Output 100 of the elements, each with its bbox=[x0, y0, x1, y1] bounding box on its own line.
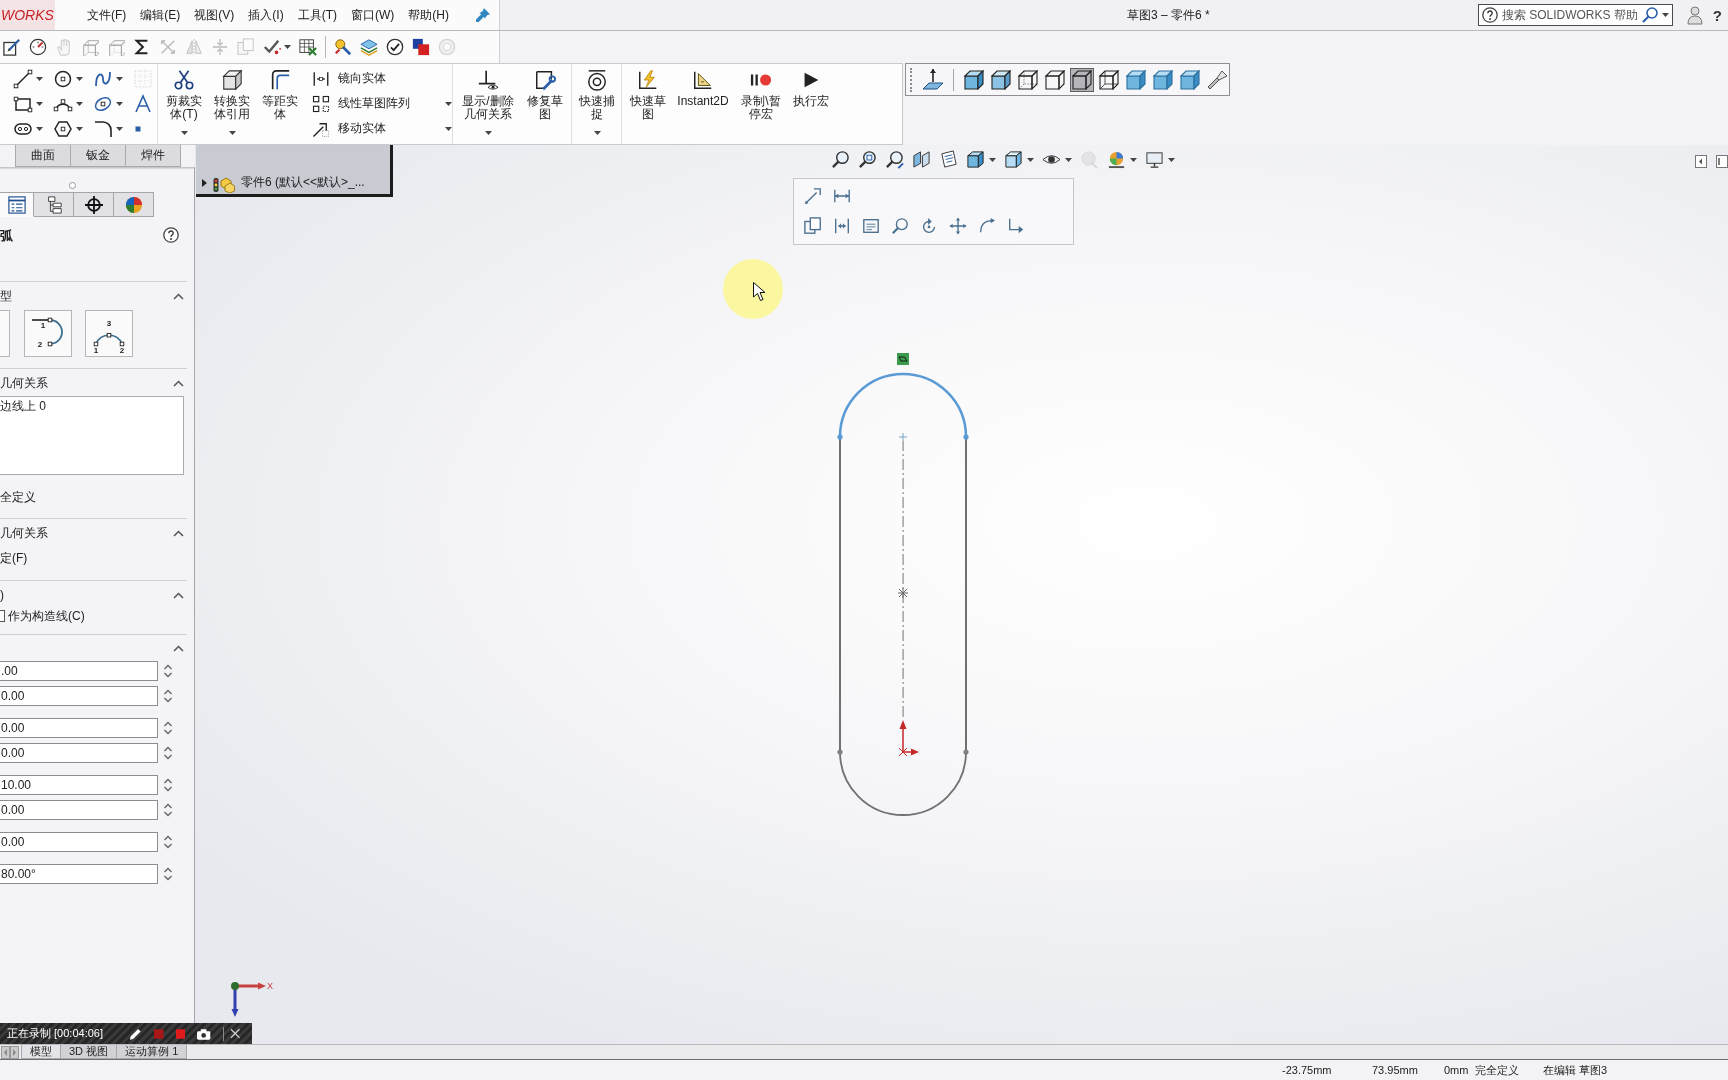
menu-item[interactable]: 视图(V) bbox=[194, 6, 235, 24]
squares-icon[interactable] bbox=[412, 38, 430, 56]
ribbon-button[interactable]: 修复草图 bbox=[523, 64, 567, 144]
annotation-icon[interactable] bbox=[939, 150, 958, 169]
caret-icon[interactable] bbox=[180, 131, 188, 135]
stop-icon[interactable] bbox=[175, 1028, 186, 1039]
text-tool-icon[interactable] bbox=[133, 93, 153, 114]
centerline[interactable] bbox=[902, 441, 904, 719]
polygon-icon[interactable] bbox=[53, 118, 73, 139]
number-field[interactable]: .00 bbox=[0, 661, 158, 681]
ribbon-button[interactable]: 快速草图 bbox=[626, 64, 670, 144]
ribbon-button[interactable]: 等距实体 bbox=[258, 64, 302, 144]
caret-icon[interactable] bbox=[1065, 157, 1072, 162]
menu-item[interactable]: 编辑(E) bbox=[140, 6, 181, 24]
circle-icon[interactable] bbox=[53, 68, 73, 89]
chevron-up-icon[interactable] bbox=[173, 529, 184, 537]
menu-item[interactable]: 帮助(H) bbox=[408, 6, 449, 24]
checkbox[interactable] bbox=[0, 610, 5, 622]
copy-icon[interactable] bbox=[804, 217, 822, 235]
table-icon[interactable] bbox=[299, 38, 317, 56]
ribbon-button[interactable]: 移动实体 bbox=[312, 116, 452, 141]
caret-icon[interactable] bbox=[116, 101, 123, 106]
spinner-icon[interactable] bbox=[163, 688, 173, 704]
caret-icon[interactable] bbox=[1661, 13, 1669, 17]
document-tab[interactable]: 3D 视图 bbox=[60, 1045, 118, 1059]
caret-icon[interactable] bbox=[36, 101, 43, 106]
normal-to-icon[interactable] bbox=[921, 67, 945, 92]
ribbon-button[interactable]: 镜向实体 bbox=[312, 66, 452, 91]
wireframe-cube-icon[interactable] bbox=[1043, 67, 1067, 92]
number-field[interactable]: 0.00 bbox=[0, 832, 158, 852]
view-cube-icon[interactable] bbox=[966, 150, 985, 169]
search-icon[interactable] bbox=[1641, 7, 1658, 23]
hidden-lines-cube-icon[interactable] bbox=[1016, 67, 1040, 92]
caret-icon[interactable] bbox=[228, 131, 236, 135]
relations-list[interactable]: 边线上 0 bbox=[0, 396, 184, 475]
sketch-point[interactable] bbox=[963, 434, 969, 440]
ribbon-button[interactable]: 线性草图阵列 bbox=[312, 91, 452, 116]
curved-arrow-icon[interactable] bbox=[978, 217, 996, 235]
undo-arrow-icon[interactable] bbox=[1007, 217, 1025, 235]
close-icon[interactable] bbox=[229, 1028, 240, 1039]
spinner-icon[interactable] bbox=[163, 745, 173, 761]
caret-icon[interactable] bbox=[1168, 157, 1175, 162]
chevron-up-icon[interactable] bbox=[173, 591, 184, 599]
scene-icon[interactable] bbox=[1107, 150, 1126, 169]
number-field[interactable]: 0.00 bbox=[0, 718, 158, 738]
caret-icon[interactable] bbox=[116, 126, 123, 131]
caret-icon[interactable] bbox=[1027, 157, 1034, 162]
document-tab[interactable]: 模型 bbox=[21, 1045, 61, 1059]
sketch-point[interactable] bbox=[963, 749, 969, 755]
document-tab[interactable]: 运动算例 1 bbox=[116, 1045, 188, 1059]
sketch-point[interactable] bbox=[837, 749, 843, 755]
move-icon[interactable] bbox=[949, 217, 967, 235]
arc-type-button[interactable]: 1 2 bbox=[24, 310, 72, 357]
chevron-up-icon[interactable] bbox=[173, 644, 184, 652]
spinner-icon[interactable] bbox=[163, 777, 173, 793]
help-icon[interactable] bbox=[163, 227, 179, 243]
caret-icon[interactable] bbox=[36, 76, 43, 81]
camera-icon[interactable] bbox=[197, 1027, 211, 1040]
sketch-icon[interactable] bbox=[3, 38, 21, 56]
number-field[interactable]: 0.00 bbox=[0, 743, 158, 763]
pin-icon[interactable] bbox=[476, 8, 490, 22]
caret-icon[interactable] bbox=[76, 101, 83, 106]
display-style-icon[interactable] bbox=[1004, 150, 1023, 169]
layers-icon[interactable] bbox=[360, 38, 378, 56]
spinner-icon[interactable] bbox=[163, 802, 173, 818]
magnifier-icon[interactable] bbox=[858, 150, 877, 169]
flip-icon[interactable] bbox=[833, 217, 851, 235]
number-field[interactable]: 10.00 bbox=[0, 775, 158, 795]
command-tab[interactable]: 曲面 bbox=[15, 145, 71, 167]
gauge-icon[interactable] bbox=[29, 38, 47, 56]
spinner-icon[interactable] bbox=[163, 866, 173, 882]
number-field[interactable]: 80.00° bbox=[0, 864, 158, 884]
magnifier-icon[interactable] bbox=[891, 217, 909, 235]
help-icon[interactable] bbox=[1481, 7, 1498, 23]
collapse-handle-icon[interactable] bbox=[69, 182, 76, 189]
caret-icon[interactable] bbox=[76, 126, 83, 131]
rotate-icon[interactable] bbox=[920, 217, 938, 235]
help-button[interactable]: ? bbox=[1712, 6, 1722, 24]
relation-button[interactable]: 定(F) bbox=[0, 549, 28, 567]
previous-view-icon[interactable] bbox=[885, 150, 904, 169]
checkbox-label[interactable]: 作为构造线(C) bbox=[8, 607, 85, 625]
arc-type-button[interactable]: 3 1 2 bbox=[85, 310, 133, 357]
caret-icon[interactable] bbox=[36, 126, 43, 131]
dimension-icon[interactable] bbox=[833, 187, 851, 205]
ribbon-button[interactable]: 快速捕捉 bbox=[575, 64, 619, 144]
relation-icon[interactable] bbox=[897, 353, 909, 365]
wireframe-cube-icon[interactable] bbox=[1097, 67, 1121, 92]
sketch-point[interactable] bbox=[837, 434, 843, 440]
menu-item[interactable]: 工具(T) bbox=[297, 6, 337, 24]
search-field[interactable]: 搜索 SOLIDWORKS 帮助 bbox=[1477, 4, 1673, 26]
menu-item[interactable]: 文件(F) bbox=[87, 6, 127, 24]
text-box-icon[interactable] bbox=[862, 217, 880, 235]
magnifier-icon[interactable] bbox=[831, 150, 850, 169]
tree-item[interactable]: 零件6 (默认<<默认>_... bbox=[241, 174, 365, 191]
ribbon-button[interactable]: 显示/删除几何关系 bbox=[456, 64, 520, 144]
pencil-icon[interactable] bbox=[129, 1026, 143, 1041]
ribbon-button[interactable]: 执行宏 bbox=[788, 64, 834, 144]
check-icon[interactable] bbox=[263, 38, 281, 56]
menu-item[interactable]: 插入(I) bbox=[248, 6, 284, 24]
panel-toggle-icon[interactable] bbox=[1695, 155, 1707, 168]
